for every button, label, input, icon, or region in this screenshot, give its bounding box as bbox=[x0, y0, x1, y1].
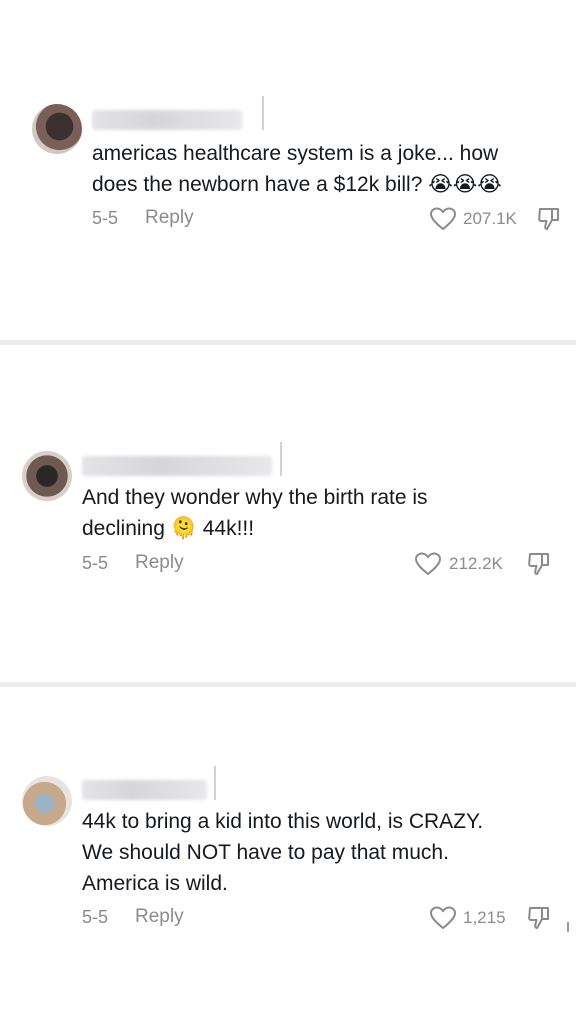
thumbs-down-icon[interactable] bbox=[527, 551, 551, 577]
comment-line: 44k to bring a kid into this world, is C… bbox=[82, 810, 484, 833]
divider bbox=[0, 340, 576, 345]
like-count: 1,215 bbox=[463, 908, 506, 927]
username-edge bbox=[214, 766, 216, 800]
like-count: 212.2K bbox=[449, 554, 503, 573]
reply-button[interactable]: Reply bbox=[145, 207, 194, 229]
divider bbox=[0, 682, 576, 687]
username-edge bbox=[280, 442, 282, 476]
username-blurred[interactable] bbox=[92, 110, 242, 130]
comment-line: We should NOT have to pay that much. bbox=[82, 841, 449, 864]
scrollbar[interactable] bbox=[567, 922, 569, 932]
heart-outline-icon[interactable] bbox=[430, 906, 456, 930]
heart-outline-icon[interactable] bbox=[430, 207, 456, 231]
comment-line: America is wild. bbox=[82, 872, 228, 895]
comment-line: does the newborn have a $12k bill? 😭😭😭 bbox=[92, 173, 502, 196]
thumbs-down-icon[interactable] bbox=[537, 206, 561, 232]
username-edge bbox=[262, 96, 264, 130]
comment-text: And they wonder why the birth rate is de… bbox=[82, 482, 428, 544]
like-count: 207.1K bbox=[463, 209, 517, 228]
username-blurred[interactable] bbox=[82, 780, 207, 800]
comment-line: declining 🫠 44k!!! bbox=[82, 517, 255, 540]
heart-outline-icon[interactable] bbox=[415, 552, 441, 576]
comment-text: 44k to bring a kid into this world, is C… bbox=[82, 806, 483, 899]
comment-line: And they wonder why the birth rate is bbox=[82, 486, 428, 509]
avatar[interactable] bbox=[32, 104, 82, 154]
comment-date: 5-5 bbox=[82, 907, 109, 927]
avatar[interactable] bbox=[22, 776, 72, 826]
comment-date: 5-5 bbox=[92, 208, 119, 228]
username-blurred[interactable] bbox=[82, 456, 272, 476]
comment-text: americas healthcare system is a joke... … bbox=[92, 138, 502, 200]
reply-button[interactable]: Reply bbox=[135, 552, 184, 574]
comment-date: 5-5 bbox=[82, 553, 109, 573]
avatar[interactable] bbox=[22, 451, 72, 501]
comment-line: americas healthcare system is a joke... … bbox=[92, 142, 499, 165]
thumbs-down-icon[interactable] bbox=[527, 905, 551, 931]
reply-button[interactable]: Reply bbox=[135, 906, 184, 928]
